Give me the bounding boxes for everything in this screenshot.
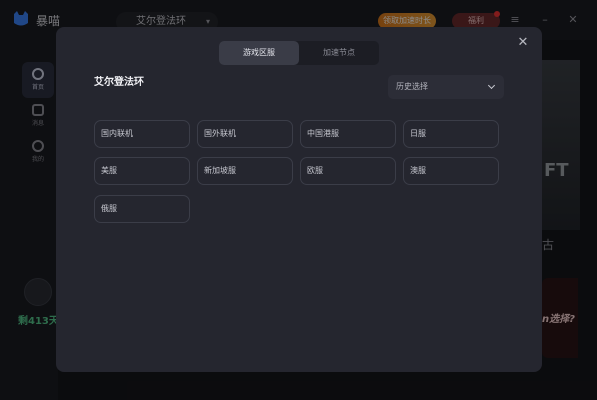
history-select-value: 历史选择 — [396, 82, 428, 91]
history-select-dropdown[interactable]: 历史选择 — [388, 75, 504, 99]
tab-game-server[interactable]: 游戏区服 — [219, 41, 299, 65]
chevron-down-icon — [487, 81, 496, 90]
close-icon[interactable]: ✕ — [516, 36, 530, 50]
region-button-au[interactable]: 澳服 — [403, 157, 499, 185]
tab-bar: 游戏区服 加速节点 — [219, 41, 379, 65]
region-button-domestic[interactable]: 国内联机 — [94, 120, 190, 148]
server-select-modal: 游戏区服 加速节点 ✕ 艾尔登法环 历史选择 国内联机 国外联机 中国港服 日服… — [56, 27, 542, 372]
tab-acceleration-node[interactable]: 加速节点 — [299, 41, 379, 65]
region-button-ru[interactable]: 俄服 — [94, 195, 190, 223]
region-button-hk[interactable]: 中国港服 — [300, 120, 396, 148]
region-button-sg[interactable]: 新加坡服 — [197, 157, 293, 185]
region-button-jp[interactable]: 日服 — [403, 120, 499, 148]
region-button-overseas[interactable]: 国外联机 — [197, 120, 293, 148]
game-title: 艾尔登法环 — [94, 77, 144, 88]
region-button-eu[interactable]: 欧服 — [300, 157, 396, 185]
region-button-us[interactable]: 美服 — [94, 157, 190, 185]
